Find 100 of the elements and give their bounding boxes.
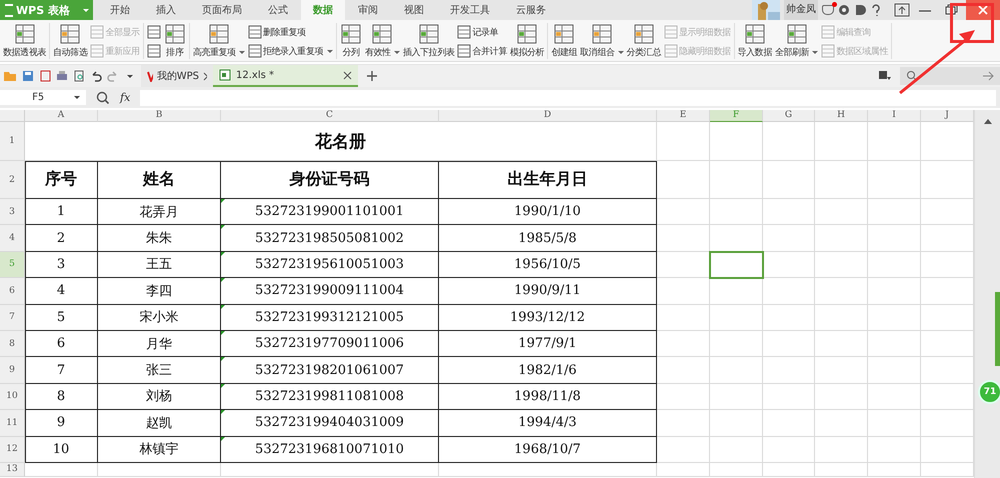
document-tab[interactable]: 12.xls *	[213, 65, 358, 87]
function-label[interactable]: fx	[120, 91, 130, 104]
empty-cell	[868, 122, 921, 161]
save-icon[interactable]	[22, 70, 34, 82]
upload-icon[interactable]	[894, 3, 910, 17]
table-icon	[146, 44, 161, 58]
table-cell: 刘杨	[98, 384, 221, 410]
pdf-icon[interactable]	[39, 70, 51, 82]
text-number-marker	[221, 436, 225, 441]
ribbon-button[interactable]: 排序	[164, 23, 186, 59]
ribbon-tab[interactable]: 开发工具	[437, 0, 503, 20]
ribbon-button[interactable]: 合并计算	[457, 44, 507, 58]
column-header[interactable]: C	[221, 110, 439, 122]
empty-cell	[710, 199, 763, 226]
ribbon-tab[interactable]: 审阅	[345, 0, 391, 20]
sort-icon[interactable]	[146, 25, 161, 39]
ribbon-button[interactable]: 数据透视表	[3, 23, 46, 59]
empty-cell	[868, 161, 921, 199]
user-name[interactable]: 帅金凤	[784, 0, 818, 20]
ribbon-button[interactable]: 分列	[340, 23, 362, 59]
table-icon	[744, 23, 766, 45]
empty-cell	[763, 330, 815, 358]
row-header[interactable]: 1	[0, 122, 25, 161]
close-icon[interactable]	[343, 70, 352, 80]
column-header[interactable]: I	[868, 110, 921, 122]
empty-cell	[815, 199, 868, 226]
table-icon	[248, 25, 262, 39]
table-cell: 5	[25, 304, 98, 331]
table-cell: 4	[25, 278, 98, 305]
ribbon-button[interactable]: 记录单	[457, 25, 507, 39]
empty-cell	[657, 384, 710, 410]
empty-cell	[815, 122, 868, 161]
preview-icon[interactable]	[73, 70, 85, 82]
empty-cell	[657, 225, 710, 252]
ribbon-tab[interactable]: 页面布局	[189, 0, 255, 20]
search-field[interactable]	[900, 67, 1000, 85]
ribbon-tab[interactable]: 开始	[97, 0, 143, 20]
ribbon-button[interactable]: 模拟分析	[510, 23, 544, 59]
ribbon-button[interactable]: 高亮重复项	[192, 23, 245, 59]
ribbon-button[interactable]: 创建组	[551, 23, 578, 59]
ribbon-tab[interactable]: 公式	[255, 0, 301, 20]
row-header[interactable]: 6	[0, 278, 25, 305]
row-header[interactable]: 4	[0, 225, 25, 252]
column-header[interactable]: H	[815, 110, 868, 122]
ribbon-button[interactable]: 自动筛选	[53, 23, 88, 59]
skin-icon[interactable]	[878, 70, 892, 82]
ribbon-button[interactable]: 全部刷新	[774, 23, 818, 59]
name-box[interactable]: F5	[0, 90, 86, 105]
row-header[interactable]: 13	[0, 462, 25, 477]
empty-cell	[657, 330, 710, 358]
row-header[interactable]: 2	[0, 161, 25, 199]
ribbon-button[interactable]: 取消组合	[580, 23, 624, 59]
row-header[interactable]: 12	[0, 436, 25, 463]
close-icon[interactable]	[203, 72, 207, 80]
ribbon-button[interactable]: 插入下拉列表	[402, 23, 454, 59]
table-icon	[457, 25, 472, 39]
column-header[interactable]: B	[98, 110, 221, 122]
column-header[interactable]: D	[439, 110, 657, 122]
table-cell: 532723199312121005	[221, 304, 439, 331]
ribbon-tab[interactable]: 云服务	[503, 0, 559, 20]
table-cell: 1	[25, 199, 98, 226]
caret-icon[interactable]	[127, 74, 133, 78]
active-cell[interactable]	[710, 252, 763, 278]
ribbon-tab[interactable]: 插入	[143, 0, 189, 20]
empty-cell	[763, 384, 815, 410]
row-header[interactable]: 9	[0, 357, 25, 384]
column-header[interactable]: E	[657, 110, 710, 122]
caret-icon	[74, 96, 80, 99]
empty-cell	[868, 357, 921, 384]
ribbon-button[interactable]: 导入数据	[738, 23, 772, 59]
ribbon-button[interactable]: 分类汇总	[626, 23, 661, 59]
table-icon	[664, 25, 678, 39]
table-cell: 3	[25, 252, 98, 278]
sort-icon[interactable]	[146, 44, 161, 58]
print-icon[interactable]	[56, 70, 68, 82]
column-header[interactable]: G	[763, 110, 815, 122]
ribbon-button[interactable]: 删除重复项	[248, 25, 334, 39]
ribbon-tab[interactable]: 视图	[391, 0, 437, 20]
zoom-icon[interactable]	[96, 90, 110, 104]
arrow-icon	[982, 70, 994, 82]
add-tab-icon[interactable]	[366, 70, 378, 82]
ribbon-button[interactable]: 拒绝录入重复项	[248, 44, 334, 58]
row-header[interactable]: 11	[0, 410, 25, 437]
column-header[interactable]: A	[25, 110, 98, 122]
table-icon	[146, 25, 161, 39]
skin-icon[interactable]	[822, 5, 834, 15]
empty-cell	[763, 122, 815, 161]
document-tab[interactable]: 我的WPS	[141, 65, 213, 87]
row-header[interactable]: 8	[0, 330, 25, 358]
empty-cell	[868, 278, 921, 305]
empty-cell	[657, 161, 710, 199]
formula-input[interactable]	[140, 90, 996, 106]
row-header[interactable]: 10	[0, 384, 25, 410]
ribbon-button[interactable]: 有效性	[365, 23, 400, 59]
column-header[interactable]: J	[921, 110, 974, 122]
annotation-box	[950, 3, 994, 43]
undo-icon[interactable]	[90, 70, 102, 82]
circle-icon[interactable]	[838, 4, 850, 16]
row-header[interactable]: 3	[0, 199, 25, 226]
row-header[interactable]: 7	[0, 304, 25, 331]
